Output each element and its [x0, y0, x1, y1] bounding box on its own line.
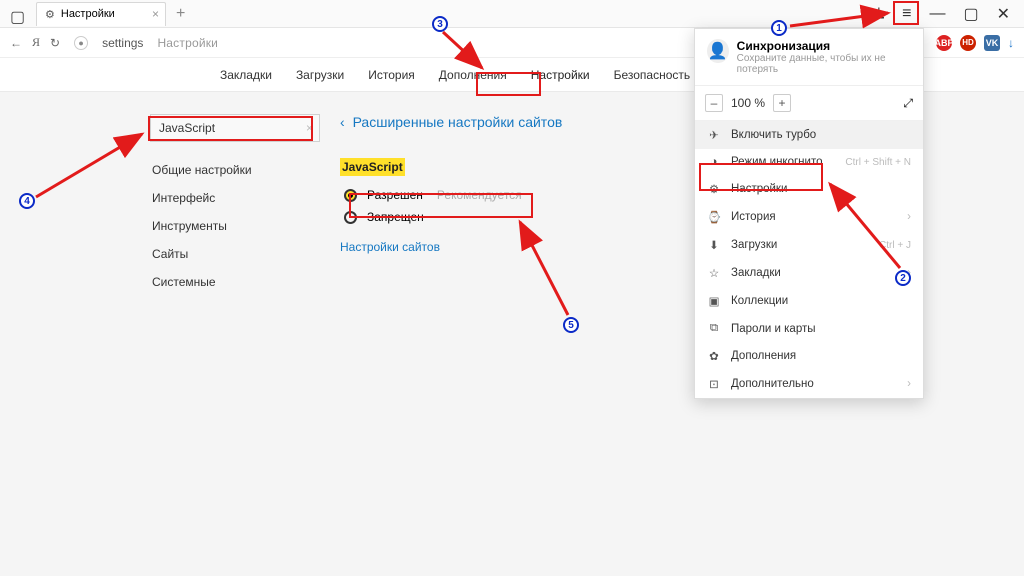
- radio-allow[interactable]: Разрешен Рекомендуется: [340, 184, 700, 206]
- radio-allow-hint: Рекомендуется: [437, 188, 522, 202]
- reload-button[interactable]: ↻: [50, 36, 60, 50]
- menu-item-shortcut: Ctrl + J: [879, 240, 911, 251]
- sync-title: Синхронизация: [737, 39, 911, 53]
- sidebar-item-interface[interactable]: Интерфейс: [150, 184, 320, 212]
- menu-item-label: Закладки: [731, 267, 781, 279]
- abp-extension-icon[interactable]: ABP: [936, 35, 952, 51]
- menu-item-shortcut: Ctrl + Shift + N: [845, 157, 911, 168]
- clear-search-icon[interactable]: ×: [306, 121, 313, 135]
- nav-security[interactable]: Безопасность: [612, 66, 693, 84]
- close-tab-icon[interactable]: ×: [152, 7, 159, 21]
- radio-deny-label: Запрещен: [367, 210, 424, 224]
- menu-item-settings[interactable]: ⚙ Настройки: [695, 175, 923, 203]
- nav-history[interactable]: История: [366, 66, 417, 84]
- sidebar-item-tools[interactable]: Инструменты: [150, 212, 320, 240]
- menu-item-incognito[interactable]: ◑ Режим инкогнито Ctrl + Shift + N: [695, 149, 923, 175]
- menu-item-label: Коллекции: [731, 295, 788, 307]
- nav-bookmarks[interactable]: Закладки: [218, 66, 274, 84]
- zoom-out-button[interactable]: –: [705, 94, 723, 112]
- yandex-letter-icon[interactable]: Я: [32, 35, 40, 50]
- radio-icon-selected: [344, 189, 357, 202]
- menu-item-turbo[interactable]: ✈ Включить турбо: [695, 121, 923, 149]
- menu-item-passwords[interactable]: ⧉ Пароли и карты: [695, 315, 923, 342]
- menu-item-label: Включить турбо: [731, 129, 816, 141]
- collapse-panel-icon[interactable]: ⟂: [873, 5, 884, 23]
- vk-extension-icon[interactable]: VK: [984, 35, 1000, 51]
- menu-zoom-row: – 100 % + ⤢: [695, 86, 923, 121]
- addons-icon: ✿: [707, 349, 721, 363]
- hamburger-menu-button[interactable]: ≡: [902, 5, 911, 23]
- menu-sync-block[interactable]: 👤 Синхронизация Сохраните данные, чтобы …: [695, 29, 923, 86]
- menu-item-downloads[interactable]: ⬇ Загрузки Ctrl + J: [695, 231, 923, 259]
- sync-subtitle: Сохраните данные, чтобы их не потерять: [737, 53, 911, 75]
- star-icon: ☆: [707, 266, 721, 280]
- gear-icon: ⚙: [45, 8, 55, 21]
- browser-tab-settings[interactable]: ⚙ Настройки ×: [36, 2, 166, 26]
- radio-icon: [344, 211, 357, 224]
- zoom-value: 100 %: [731, 96, 765, 110]
- url-page[interactable]: Настройки: [157, 36, 218, 50]
- sidebar-item-system[interactable]: Системные: [150, 268, 320, 296]
- site-lock-icon[interactable]: ●: [74, 36, 88, 50]
- addressbar-extensions: ABP HD VK ↓: [936, 35, 1014, 51]
- nav-downloads[interactable]: Загрузки: [294, 66, 346, 84]
- content-title-text: Расширенные настройки сайтов: [353, 114, 563, 130]
- sidebar-item-general[interactable]: Общие настройки: [150, 156, 320, 184]
- menu-item-label: Загрузки: [731, 239, 777, 251]
- back-chevron-icon[interactable]: ‹: [340, 114, 345, 130]
- sidebar-toggle-icon[interactable]: ▢: [10, 7, 25, 27]
- menu-item-history[interactable]: ⌚ История ›: [695, 203, 923, 231]
- menu-item-label: Настройки: [731, 183, 787, 195]
- menu-item-bookmarks[interactable]: ☆ Закладки ›: [695, 259, 923, 287]
- collections-icon: ▣: [707, 294, 721, 308]
- rocket-icon: ✈: [707, 128, 721, 142]
- downloads-icon[interactable]: ↓: [1008, 36, 1014, 50]
- menu-item-more[interactable]: ⊡ Дополнительно ›: [695, 370, 923, 398]
- nav-addons[interactable]: Дополнения: [437, 66, 509, 84]
- zoom-in-button[interactable]: +: [773, 94, 791, 112]
- site-settings-link[interactable]: Настройки сайтов: [340, 240, 440, 254]
- menu-item-label: Дополнения: [731, 350, 796, 362]
- section-title-javascript: JavaScript: [340, 158, 405, 176]
- browser-titlebar: ▢ ⚙ Настройки × + ⟂ ≡ — ▢ ✕: [0, 0, 1024, 28]
- more-icon: ⊡: [707, 377, 721, 391]
- annotation-badge-5: 5: [563, 317, 579, 333]
- radio-deny[interactable]: Запрещен: [340, 206, 700, 228]
- gear-icon: ⚙: [707, 182, 721, 196]
- back-button[interactable]: ←: [10, 36, 22, 50]
- chevron-right-icon: ›: [907, 267, 911, 279]
- menu-item-label: Режим инкогнито: [731, 156, 822, 168]
- close-window-icon[interactable]: ✕: [997, 4, 1010, 24]
- maximize-icon[interactable]: ▢: [963, 4, 978, 24]
- settings-search-input[interactable]: JavaScript ×: [150, 114, 320, 142]
- url-scheme[interactable]: settings: [102, 36, 143, 50]
- sidebar-item-sites[interactable]: Сайты: [150, 240, 320, 268]
- minimize-icon[interactable]: —: [929, 5, 945, 23]
- tab-title: Настройки: [61, 8, 115, 20]
- download-icon: ⬇: [707, 238, 721, 252]
- new-tab-button[interactable]: +: [176, 5, 185, 23]
- fullscreen-icon[interactable]: ⤢: [903, 96, 913, 111]
- menu-item-addons[interactable]: ✿ Дополнения: [695, 342, 923, 370]
- menu-item-label: История: [731, 211, 776, 223]
- nav-buttons: ← Я ↻: [10, 35, 60, 50]
- chevron-right-icon: ›: [907, 211, 911, 223]
- incognito-icon: ◑: [707, 156, 721, 168]
- menu-item-collections[interactable]: ▣ Коллекции: [695, 287, 923, 315]
- avatar-icon: 👤: [707, 39, 729, 63]
- hd-extension-icon[interactable]: HD: [960, 35, 976, 51]
- search-input-value: JavaScript: [159, 121, 215, 135]
- chevron-right-icon: ›: [907, 378, 911, 390]
- menu-item-label: Дополнительно: [731, 378, 814, 390]
- radio-allow-label: Разрешен: [367, 188, 423, 202]
- menu-item-label: Пароли и карты: [731, 323, 816, 335]
- main-menu-panel: 👤 Синхронизация Сохраните данные, чтобы …: [694, 28, 924, 399]
- nav-settings[interactable]: Настройки: [529, 66, 592, 84]
- content-title[interactable]: ‹ Расширенные настройки сайтов: [340, 114, 700, 130]
- settings-content: ‹ Расширенные настройки сайтов JavaScrip…: [340, 114, 700, 296]
- history-icon: ⌚: [707, 210, 721, 224]
- passwords-icon: ⧉: [707, 322, 721, 335]
- settings-sidebar: JavaScript × Общие настройки Интерфейс И…: [150, 114, 320, 296]
- window-controls: ⟂ ≡ — ▢ ✕: [873, 4, 1024, 24]
